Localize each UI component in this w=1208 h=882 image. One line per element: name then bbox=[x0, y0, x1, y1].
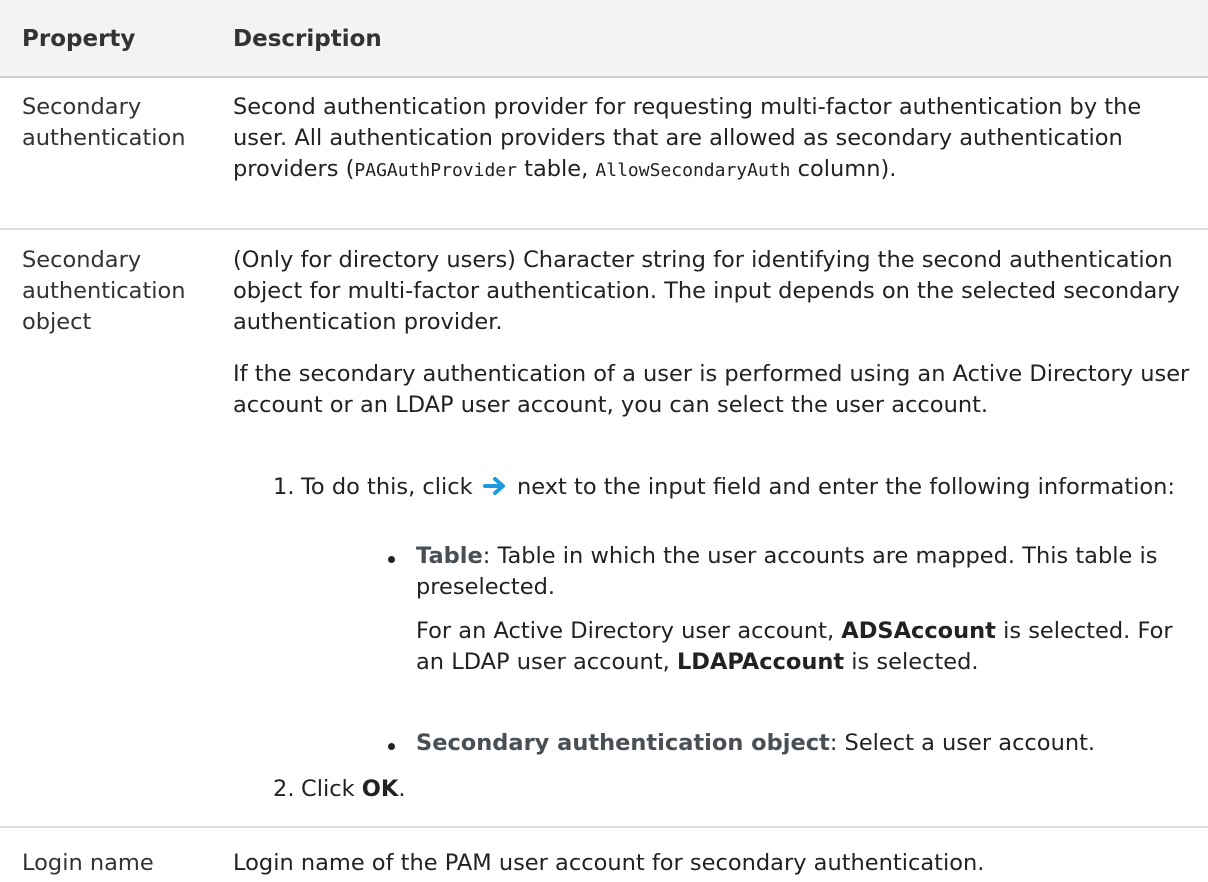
step-text: Click bbox=[301, 776, 362, 802]
bullet-label: Table bbox=[416, 543, 483, 569]
bullet-icon bbox=[388, 556, 395, 563]
bullet-text: : Table in which the user accounts are m… bbox=[416, 543, 1158, 600]
code-column-name: AllowSecondaryAuth bbox=[595, 160, 791, 181]
step-2-text: Click OK. bbox=[301, 774, 1191, 805]
bullet-secondary-object: Secondary authentication object: Select … bbox=[416, 728, 1206, 759]
bullet-label: Secondary authentication object bbox=[416, 730, 830, 756]
detail-text: For an Active Directory user account, bbox=[416, 618, 842, 644]
property-line: authentication bbox=[22, 125, 186, 151]
bullet-table-detail: For an Active Directory user account, AD… bbox=[416, 616, 1196, 678]
ok-label: OK bbox=[361, 776, 399, 802]
bullet-text: : Select a user account. bbox=[829, 730, 1096, 756]
ldap-account-name: LDAPAccount bbox=[676, 649, 845, 675]
description-paragraph-2: If the secondary authentication of a use… bbox=[233, 359, 1193, 421]
table-header: Property Description bbox=[0, 0, 1208, 78]
header-description: Description bbox=[233, 26, 382, 52]
bullet-icon bbox=[388, 743, 395, 750]
description-text: Login name of the PAM user account for s… bbox=[233, 850, 985, 876]
property-line: authentication bbox=[22, 278, 186, 304]
row-login-name-description: Login name of the PAM user account for s… bbox=[233, 848, 1193, 879]
step-text: next to the input field and enter the fo… bbox=[517, 474, 1176, 500]
property-line: Secondary bbox=[22, 94, 142, 120]
row-secondary-authentication-property: Secondary authentication bbox=[22, 92, 227, 154]
row-secondary-authentication-description: Second authentication provider for reque… bbox=[233, 92, 1193, 186]
row-login-name-property: Login name bbox=[22, 848, 227, 879]
step-text: . bbox=[398, 776, 406, 802]
description-paragraph: (Only for directory users) Character str… bbox=[233, 247, 1180, 335]
row-secondary-authentication-object-property: Secondary authentication object bbox=[22, 245, 227, 338]
step-number: 2. bbox=[273, 776, 295, 802]
description-part: table, bbox=[516, 156, 596, 182]
row-divider bbox=[0, 228, 1208, 230]
detail-text: is selected. bbox=[844, 649, 979, 675]
header-property: Property bbox=[22, 26, 136, 52]
step-1-text: To do this, click next to the input fiel… bbox=[301, 472, 1191, 503]
property-table: Property Description Secondary authentic… bbox=[0, 0, 1208, 882]
property-line: Secondary bbox=[22, 247, 142, 273]
row-secondary-authentication-object-description: (Only for directory users) Character str… bbox=[233, 245, 1193, 338]
description-part: column). bbox=[790, 156, 897, 182]
description-text: Second authentication provider for reque… bbox=[233, 92, 1193, 186]
property-line: object bbox=[22, 309, 92, 335]
code-table-name: PAGAuthProvider bbox=[354, 160, 517, 181]
ads-account-name: ADSAccount bbox=[841, 618, 996, 644]
arrow-right-icon bbox=[482, 477, 505, 495]
description-paragraph: If the secondary authentication of a use… bbox=[233, 361, 1190, 418]
bullet-table: Table: Table in which the user accounts … bbox=[416, 541, 1196, 603]
step-number: 1. bbox=[273, 474, 295, 500]
step-text: To do this, click bbox=[301, 474, 473, 500]
property-line: Login name bbox=[22, 850, 154, 876]
row-divider bbox=[0, 826, 1208, 828]
